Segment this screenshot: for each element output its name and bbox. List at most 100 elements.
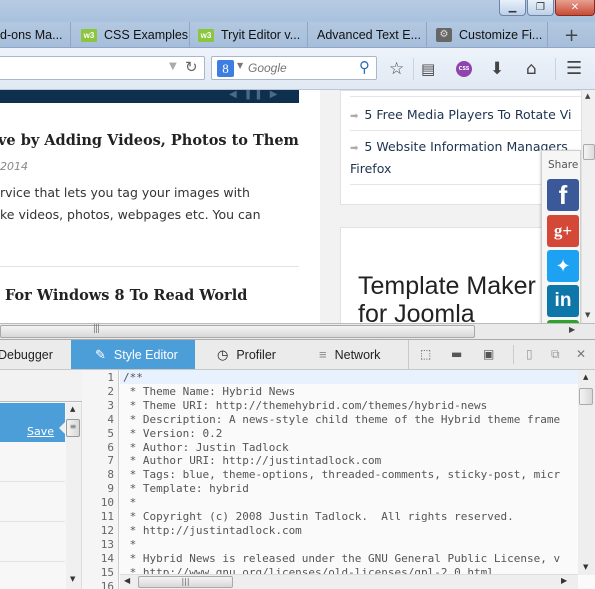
- tab-style-editor[interactable]: ✎ Style Editor: [71, 340, 195, 369]
- scroll-up-arrow-icon[interactable]: ▲: [585, 92, 590, 100]
- post-excerpt: rvice that lets you tag your images with…: [0, 182, 300, 226]
- css-addon-icon[interactable]: CSS: [456, 61, 472, 77]
- slider-controls[interactable]: ◀ ❚❚ ▶: [229, 90, 280, 100]
- tab-debugger[interactable]: Debugger: [0, 340, 70, 369]
- stylesheet-item-divider: [0, 521, 65, 522]
- close-button[interactable]: ✕: [555, 0, 595, 16]
- bookmark-star-icon[interactable]: ☆: [389, 59, 404, 79]
- code-line[interactable]: *: [123, 538, 136, 551]
- code-line[interactable]: * Author: Justin Tadlock: [123, 441, 289, 454]
- reload-icon[interactable]: ↻: [185, 58, 198, 76]
- grip-icon: |||: [93, 324, 99, 334]
- minimize-button[interactable]: ▁: [499, 0, 526, 16]
- page-horizontal-scrollbar[interactable]: ||| ▶: [0, 323, 595, 339]
- twitter-icon: ✦: [555, 256, 570, 277]
- scroll-up-arrow-icon[interactable]: ▲: [583, 373, 588, 381]
- code-line[interactable]: * Description: A news-style child theme …: [123, 413, 560, 426]
- menu-icon[interactable]: ☰: [566, 59, 582, 79]
- stylesheet-list-header: [0, 370, 82, 402]
- url-history-dropdown-icon[interactable]: ▼: [169, 61, 177, 72]
- save-link[interactable]: Save: [27, 425, 54, 438]
- related-post-link[interactable]: ➡5 Free Media Players To Rotate Vi: [350, 104, 595, 128]
- code-line[interactable]: * Hybrid News is released under the GNU …: [123, 552, 560, 565]
- line-number: 11: [101, 510, 114, 523]
- search-engine-dropdown-icon[interactable]: ▼: [237, 61, 243, 70]
- toolbar-separator: [555, 58, 556, 80]
- reading-list-icon[interactable]: ▤: [421, 59, 435, 79]
- css-code-editor[interactable]: 12345678910111213141516 /** * Theme Name…: [82, 370, 595, 589]
- tab-css-examples[interactable]: w3 CSS Examples: [71, 22, 190, 48]
- twitter-share-button[interactable]: ✦: [547, 250, 579, 282]
- post-title[interactable]: ve by Adding Videos, Photos to Them: [0, 132, 299, 149]
- scrollbar-thumb[interactable]: [583, 144, 595, 160]
- restore-button[interactable]: ❐: [527, 0, 554, 16]
- code-line[interactable]: * http://justintadlock.com: [123, 524, 302, 537]
- tab-tryit-editor[interactable]: w3 Tryit Editor v...: [190, 22, 308, 48]
- line-number: 9: [107, 482, 114, 495]
- close-icon: ✕: [571, 2, 579, 13]
- scroll-left-arrow-icon[interactable]: ◀: [124, 576, 130, 585]
- navigation-toolbar: ▼ ↻ 8 ▼ Google ⚲ ☆ ▤ CSS ⬇ ⌂ ☰: [0, 48, 595, 90]
- close-devtools-icon[interactable]: ✕: [576, 347, 586, 361]
- scrollbar-thumb[interactable]: ≡: [66, 419, 80, 437]
- ad-title[interactable]: Template Maker for Joomla: [358, 272, 536, 323]
- code-line[interactable]: * Version: 0.2: [123, 427, 222, 440]
- line-number: 12: [101, 524, 114, 537]
- w3schools-icon: w3: [81, 29, 97, 42]
- scrollbar-thumb[interactable]: |||: [0, 325, 475, 338]
- editor-horizontal-scrollbar[interactable]: ◀ ||| ▶: [120, 574, 578, 589]
- scrollbar-thumb[interactable]: |||: [138, 576, 233, 588]
- line-number: 3: [107, 399, 114, 412]
- tab-addons-manager[interactable]: d-ons Ma...: [0, 22, 71, 48]
- tab-customize-firefox[interactable]: ⚙ Customize Fi...: [427, 22, 548, 48]
- page-vertical-scrollbar[interactable]: ▲ ▼: [581, 90, 595, 323]
- pick-element-icon[interactable]: ⬚: [420, 347, 431, 361]
- dock-side-icon[interactable]: ▯: [526, 347, 533, 361]
- url-bar[interactable]: ▼ ↻: [0, 56, 205, 80]
- scroll-down-arrow-icon[interactable]: ▼: [583, 563, 588, 571]
- downloads-icon[interactable]: ⬇: [490, 59, 504, 79]
- scroll-right-arrow-icon[interactable]: ▶: [569, 325, 575, 334]
- code-line[interactable]: * Author URI: http://justintadlock.com: [123, 454, 381, 467]
- code-line[interactable]: * Copyright (c) 2008 Justin Tadlock. All…: [123, 510, 514, 523]
- profiler-icon: ◷: [217, 347, 228, 363]
- search-input[interactable]: Google: [248, 61, 287, 75]
- code-line[interactable]: *: [123, 496, 136, 509]
- tab-profiler[interactable]: ◷ Profiler: [195, 340, 305, 369]
- divider: [350, 130, 595, 131]
- search-bar[interactable]: 8 ▼ Google ⚲: [211, 56, 377, 80]
- scroll-up-arrow-icon[interactable]: ▲: [70, 405, 75, 413]
- line-number: 8: [107, 468, 114, 481]
- code-line[interactable]: * Theme URI: http://themehybrid.com/them…: [123, 399, 487, 412]
- facebook-icon: f: [559, 180, 568, 211]
- stylesheet-list-scrollbar[interactable]: ▲ ≡ ▼: [66, 403, 81, 589]
- code-line[interactable]: * Tags: blue, theme-options, threaded-co…: [123, 468, 560, 481]
- post-title[interactable]: For Windows 8 To Read World: [5, 287, 247, 304]
- code-line[interactable]: /**: [123, 371, 143, 384]
- google-plus-share-button[interactable]: g+: [547, 215, 579, 247]
- code-line[interactable]: * Theme Name: Hybrid News: [123, 385, 295, 398]
- home-icon[interactable]: ⌂: [526, 59, 537, 79]
- devtools-toolbar: Debugger ✎ Style Editor ◷ Profiler ≡ Net…: [0, 340, 595, 370]
- linkedin-share-button[interactable]: in: [547, 285, 579, 317]
- scrollbar-thumb[interactable]: [579, 388, 593, 405]
- editor-vertical-scrollbar[interactable]: ▲ ▼: [578, 370, 595, 575]
- line-number-gutter: 12345678910111213141516: [82, 370, 119, 589]
- google-icon[interactable]: 8: [217, 60, 234, 77]
- tab-network[interactable]: ≡ Network: [305, 340, 409, 369]
- web-page: ◀ ❚❚ ▶ ve by Adding Videos, Photos to Th…: [0, 90, 595, 323]
- line-number: 5: [107, 427, 114, 440]
- scroll-down-arrow-icon[interactable]: ▼: [585, 311, 590, 319]
- new-tab-button[interactable]: +: [548, 22, 595, 48]
- search-icon[interactable]: ⚲: [359, 58, 370, 76]
- scroll-down-arrow-icon[interactable]: ▼: [70, 575, 75, 583]
- scroll-right-arrow-icon[interactable]: ▶: [561, 576, 567, 585]
- responsive-mode-icon[interactable]: ▣: [483, 347, 494, 361]
- tab-label: Advanced Text E...: [317, 28, 421, 42]
- tab-advanced-text-editor[interactable]: Advanced Text E...: [308, 22, 427, 48]
- code-line[interactable]: * Template: hybrid: [123, 482, 249, 495]
- split-console-icon[interactable]: ▬: [451, 347, 462, 361]
- undock-window-icon[interactable]: ⧉: [551, 347, 560, 362]
- facebook-share-button[interactable]: f: [547, 179, 579, 211]
- main-column: ◀ ❚❚ ▶ ve by Adding Videos, Photos to Th…: [0, 90, 320, 323]
